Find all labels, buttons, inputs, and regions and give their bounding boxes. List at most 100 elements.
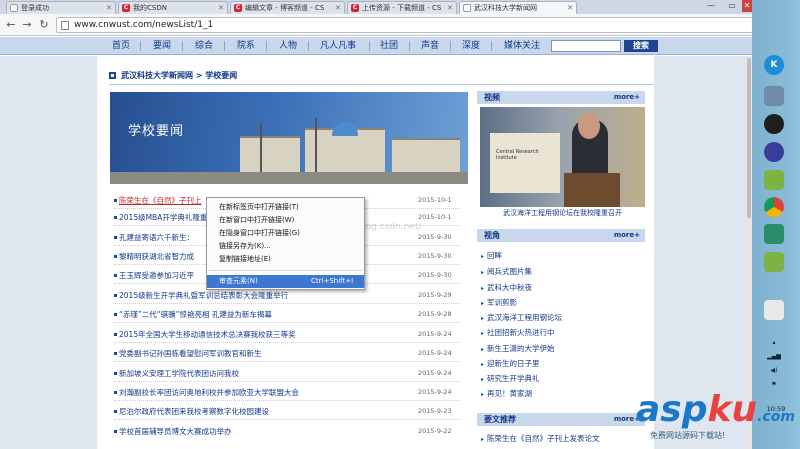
link-text[interactable]: 研究生开学典礼 [487, 374, 540, 383]
news-title[interactable]: 刘瀚副校长率团访问奥地利校并参加欧亚大学联盟大会 [119, 386, 299, 399]
sidebar-link[interactable]: ▸ 新生王潇的大学伊始 [481, 342, 645, 355]
scrollbar-thumb[interactable] [747, 58, 751, 218]
more-link[interactable]: more+ [614, 91, 640, 104]
news-item[interactable]: 刘瀚副校长率团访问奥地利校并参加欧亚大学联盟大会 2015-9-24 [114, 386, 460, 399]
app-icon[interactable] [764, 86, 784, 106]
news-title[interactable]: “赤瑾”二代“骐骥”惊艳亮相 孔建益为新车揭幕 [119, 308, 272, 321]
sidebar-link[interactable]: ▸ 社团招新火热进行中 [481, 326, 645, 339]
close-tab-icon[interactable]: ✕ [447, 2, 453, 14]
link-text[interactable]: 武汉海洋工程用钢论坛 [487, 313, 562, 322]
sidebar-link[interactable]: ▸ 研究生开学典礼 [481, 372, 645, 385]
news-item[interactable]: 尼泊尔政府代表团来我校考察数字化校园建设 2015-9-23 [114, 405, 460, 418]
media-player-icon[interactable] [764, 142, 784, 162]
menu-item-shortcut: Ctrl+Shift+I [311, 277, 354, 285]
news-title[interactable]: 学校首届辅导员博文大赛成功举办 [119, 425, 232, 438]
browser-tab[interactable]: C 我的CSDN ✕ [118, 1, 228, 14]
news-title[interactable]: 2015级新生开学典礼暨军训总结表彰大会隆重举行 [119, 289, 288, 302]
link-text[interactable]: 阅兵式图片集 [487, 267, 532, 276]
close-tab-icon[interactable]: ✕ [335, 2, 341, 14]
close-tab-icon[interactable]: ✕ [106, 2, 112, 14]
notepad-icon[interactable] [764, 300, 784, 320]
nav-item[interactable]: 综合 [195, 37, 213, 55]
news-date: 2015-9-24 [418, 388, 452, 396]
news-title[interactable]: 2015年全国大学生移动通信技术总决赛我校获三等奖 [119, 328, 296, 341]
browser-tab[interactable]: C 编辑文章 - 博客频道 - CS ✕ [230, 1, 345, 14]
menu-item-open-new-tab[interactable]: 在新标签页中打开链接(T) [207, 201, 364, 214]
network-icon[interactable]: ▂▄▆ [762, 352, 786, 362]
nav-item[interactable]: 媒体关注 [504, 37, 540, 55]
news-item[interactable]: “赤瑾”二代“骐骥”惊艳亮相 孔建益为新车揭幕 2015-9-28 [114, 308, 460, 321]
video-caption[interactable]: 武汉海洋工程用钢论坛在我校隆重召开 [480, 207, 645, 219]
nav-item[interactable]: 人物 [279, 37, 297, 55]
sidebar-link[interactable]: ▸ 武汉海洋工程用钢论坛 [481, 311, 645, 324]
nav-item[interactable]: 社团 [380, 37, 398, 55]
kugou-icon[interactable]: K [764, 55, 784, 75]
news-title[interactable]: 新加坡义安理工学院代表团访问我校 [119, 367, 239, 380]
breadcrumb-section[interactable]: 学校要闻 [205, 71, 237, 80]
menu-item-copy-link[interactable]: 复制链接地址(E) [207, 253, 364, 266]
nav-item[interactable]: 院系 [237, 37, 255, 55]
more-link[interactable]: more+ [614, 229, 640, 242]
maximize-button[interactable]: ▭ [722, 0, 742, 12]
browser-tab[interactable]: 登录成功 ✕ [6, 1, 116, 14]
reload-icon[interactable]: ↻ [38, 19, 50, 31]
video-thumbnail[interactable]: Central Research Institute [480, 107, 645, 207]
sidebar-link[interactable]: ▸ 武科大中秋夜 [481, 281, 645, 294]
link-text[interactable]: 武科大中秋夜 [487, 283, 532, 292]
link-text[interactable]: 社团招新火热进行中 [487, 328, 555, 337]
sidebar-link[interactable]: ▸ 再见！黄家湖 [481, 387, 645, 400]
nav-item[interactable]: 凡人凡事 [320, 37, 356, 55]
close-tab-icon[interactable]: ✕ [567, 2, 573, 14]
android-icon[interactable] [764, 170, 784, 190]
minimize-button[interactable]: — [700, 0, 722, 12]
nav-item[interactable]: 声音 [421, 37, 439, 55]
close-tab-icon[interactable]: ✕ [218, 2, 224, 14]
link-text[interactable]: 回眸 [487, 251, 502, 260]
search-button[interactable]: 搜索 [624, 40, 658, 52]
volume-icon[interactable]: ◀) [762, 366, 786, 376]
sidebar-link[interactable]: ▸ 迎新生的日子里 [481, 357, 645, 370]
link-text[interactable]: 新生王潇的大学伊始 [487, 344, 555, 353]
nav-item[interactable]: 要闻 [153, 37, 171, 55]
wechat-icon[interactable] [764, 224, 784, 244]
news-item[interactable]: 党委副书记孙国栋看望慰问军训教官和新生 2015-9-24 [114, 347, 460, 360]
menu-item-open-incognito[interactable]: 在隐身窗口中打开链接(G) [207, 227, 364, 240]
news-title[interactable]: 王玉辉受邀参加习近平 [119, 269, 194, 282]
qq-penguin-icon[interactable] [764, 114, 784, 134]
nav-item[interactable]: 深度 [462, 37, 480, 55]
menu-item-inspect-element[interactable]: 审查元素(N) Ctrl+Shift+I [207, 275, 364, 288]
news-title[interactable]: 黎精明获湖北省智力成 [119, 250, 194, 263]
forward-arrow-icon[interactable]: → [21, 19, 33, 31]
news-title[interactable]: 党委副书记孙国栋看望慰问军训教官和新生 [119, 347, 262, 360]
menu-item-save-link-as[interactable]: 链接另存为(K)... [207, 240, 364, 253]
sidebar-link[interactable]: ▸ 陈荣生在《自然》子刊上发表论文 [481, 432, 645, 445]
chrome-icon[interactable] [764, 197, 784, 217]
news-item[interactable]: 2015年全国大学生移动通信技术总决赛我校获三等奖 2015-9-24 [114, 328, 460, 341]
search-input[interactable] [551, 40, 621, 52]
tray-arrow-icon[interactable]: ▴ [762, 338, 786, 348]
link-text[interactable]: 军训剪影 [487, 298, 517, 307]
news-item[interactable]: 新加坡义安理工学院代表团访问我校 2015-9-24 [114, 367, 460, 380]
link-text[interactable]: 再见！黄家湖 [487, 389, 532, 398]
link-text[interactable]: 迎新生的日子里 [487, 359, 540, 368]
sidebar-link[interactable]: ▸ 军训剪影 [481, 296, 645, 309]
close-window-button[interactable]: ✕ [742, 0, 752, 12]
browser-tab[interactable]: C 上传资源 - 下载频道 - CS ✕ [347, 1, 457, 14]
url-input[interactable]: www.cnwust.com/newsList/1_1 [56, 17, 766, 33]
news-title[interactable]: 陈荣生在《自然》子刊上 [119, 194, 202, 207]
link-text[interactable]: 陈荣生在《自然》子刊上发表论文 [487, 434, 600, 443]
news-title[interactable]: 尼泊尔政府代表团来我校考察数字化校园建设 [119, 405, 269, 418]
news-title[interactable]: 孔建益寄语六千新生： [119, 231, 194, 244]
back-arrow-icon[interactable]: ← [5, 19, 17, 31]
news-item[interactable]: 学校首届辅导员博文大赛成功举办 2015-9-22 [114, 425, 460, 438]
menu-item-open-new-window[interactable]: 在新窗口中打开链接(W) [207, 214, 364, 227]
nav-item[interactable]: 首页 [112, 37, 130, 55]
news-item[interactable]: 2015级新生开学典礼暨军训总结表彰大会隆重举行 2015-9-29 [114, 289, 460, 302]
news-title[interactable]: 2015级MBA开学典礼隆重 [119, 211, 207, 224]
sidebar-link[interactable]: ▸ 阅兵式图片集 [481, 265, 645, 278]
browser-tab-active[interactable]: 武汉科技大学新闻网 ✕ [459, 1, 577, 14]
android-icon[interactable] [764, 252, 784, 272]
flag-icon[interactable]: ⚑ [762, 380, 786, 390]
sidebar-link[interactable]: ▸ 回眸 [481, 249, 645, 262]
breadcrumb-site[interactable]: 武汉科技大学新闻网 [121, 71, 193, 80]
